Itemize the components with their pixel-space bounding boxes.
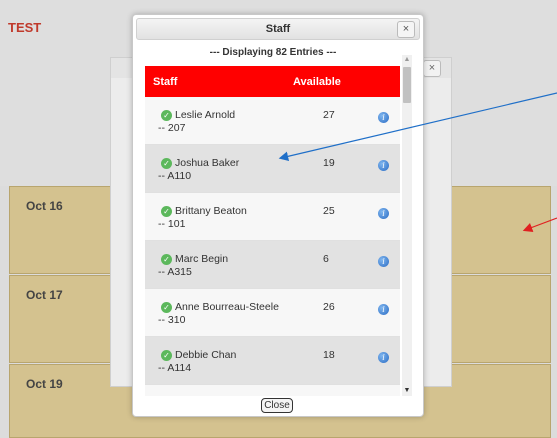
blue-annotation-arrow [278, 92, 557, 162]
red-annotation-arrow [522, 217, 557, 232]
annotation-arrows [278, 92, 557, 232]
